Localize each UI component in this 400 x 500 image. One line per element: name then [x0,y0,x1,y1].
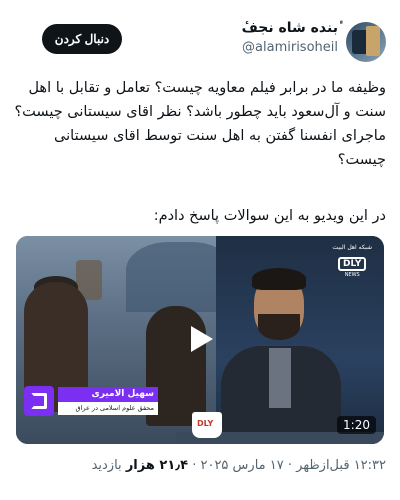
tweet-text-secondary: در این ویدیو به این سوالات پاسخ دادم: [153,208,386,224]
channel-name: شبکه اهل البیت [332,244,372,251]
presenter-hair [252,268,306,290]
views-label: بازدید [91,458,122,473]
lower-third-logo [24,386,54,416]
video-duration: 1:20 [337,416,376,434]
tweet-text: وظیفه ما در برابر فیلم معاویه چیست؟ تعام… [14,80,386,168]
views-count: ۲۱٫۴ هزار [125,458,189,473]
tweet-time[interactable]: ۱۲:۳۲ قبل‌ازظهر [296,458,386,473]
tweet-date[interactable]: ۱۷ مارس ۲۰۲۵ [200,458,283,473]
avatar-shape [366,26,380,56]
channel-logo: شبکه اهل البیت DLY NEWS [332,244,372,278]
guest-name: سهیل الامیری [58,387,158,402]
author-info: ٔبنده شاه نجفٔ @alamirisoheil [242,20,338,55]
tweet-header: ٔبنده شاه نجفٔ @alamirisoheil دنبال کردن [0,18,400,66]
lower-third: سهیل الامیری محقق علوم اسلامی در عراق [16,386,166,418]
meta-separator: · [287,458,293,473]
channel-logo-mark: DLY [338,257,367,271]
tweet-meta: ۱۲:۳۲ قبل‌ازظهر · ۱۷ مارس ۲۰۲۵ · ۲۱٫۴ هز… [14,458,386,473]
presenter-beard [258,314,300,340]
channel-news-label: NEWS [344,272,360,278]
lower-third-logo-mark [31,393,47,409]
author-handle[interactable]: @alamirisoheil [242,40,338,55]
mug-logo: DLY [197,419,214,428]
presenter-shirt [269,348,291,408]
follow-button[interactable]: دنبال کردن [42,24,122,54]
video-player[interactable]: DLY شبکه اهل البیت DLY NEWS سهیل الامیری… [16,236,384,444]
meta-separator: · [192,458,197,473]
guest-title: محقق علوم اسلامی در عراق [58,402,158,415]
play-icon[interactable] [183,322,217,356]
author-display-name[interactable]: ٔبنده شاه نجفٔ [242,20,338,36]
profile-avatar[interactable] [346,22,386,62]
